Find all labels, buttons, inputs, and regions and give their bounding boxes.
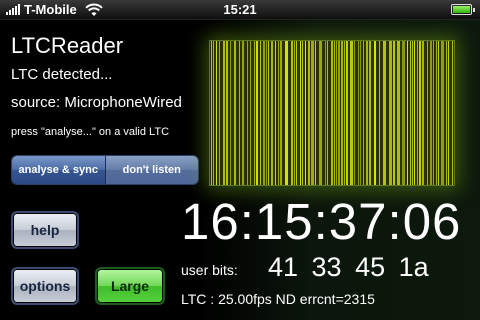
waveform-stripe (436, 41, 437, 185)
waveform-stripe (256, 41, 258, 185)
waveform-stripe (417, 41, 418, 185)
options-button[interactable]: options (11, 267, 79, 305)
detection-status: LTC detected... (11, 66, 113, 83)
waveform-stripe (402, 41, 405, 185)
waveform-stripe (219, 41, 220, 185)
waveform-stripe (216, 41, 217, 185)
waveform-stripe (346, 41, 348, 185)
waveform-stripe (234, 41, 236, 185)
waveform-stripe (271, 41, 273, 185)
waveform-stripe (294, 41, 295, 185)
waveform-stripe (291, 41, 293, 185)
waveform-stripe (419, 41, 421, 185)
large-button[interactable]: Large (95, 267, 165, 305)
waveform-stripe (360, 41, 361, 185)
waveform-stripe (311, 41, 314, 185)
waveform-stripe (369, 41, 371, 185)
waveform-stripe (285, 41, 288, 185)
waveform-stripe (446, 41, 447, 185)
waveform-stripe (327, 41, 328, 185)
waveform-stripe (296, 41, 297, 185)
waveform-stripe (308, 41, 310, 185)
waveform-stripe (407, 41, 408, 185)
waveform-stripe (315, 41, 316, 185)
clock: 15:21 (223, 2, 257, 17)
status-bar: T-Mobile 15:21 (0, 0, 480, 20)
waveform-stripe (358, 41, 359, 185)
waveform-stripe (302, 41, 303, 185)
waveform-stripe (260, 41, 261, 185)
waveform-stripe (268, 41, 269, 185)
waveform-stripe (350, 41, 353, 185)
waveform-stripe (242, 41, 244, 185)
waveform-stripe (331, 41, 333, 185)
hint-text: press "analyse..." on a valid LTC (11, 126, 170, 138)
waveform-stripe (266, 41, 267, 185)
waveform-stripe (427, 41, 428, 185)
waveform-stripe (441, 41, 444, 185)
ltc-info: LTC : 25.00fps ND errcnt=2315 (181, 291, 375, 307)
waveform-stripe (213, 41, 214, 185)
waveform-stripe (338, 41, 340, 185)
waveform-stripe (433, 41, 434, 185)
user-bits-label: user bits: (181, 262, 238, 278)
waveform-stripe (250, 41, 251, 185)
waveform-stripe (247, 41, 248, 185)
battery-fill (453, 6, 470, 13)
user-bits-value: 41 33 45 1a (268, 252, 429, 282)
waveform-stripe (430, 41, 432, 185)
waveform-stripe (344, 41, 345, 185)
waveform-stripe (325, 41, 326, 185)
help-button[interactable]: help (11, 211, 79, 249)
waveform-stripe (383, 41, 386, 185)
waveform-stripe (397, 41, 400, 185)
waveform-stripe (414, 41, 415, 185)
waveform-stripe (300, 41, 301, 185)
waveform-stripe (278, 41, 279, 185)
waveform-stripe (341, 41, 343, 185)
waveform-stripe (393, 41, 395, 185)
analyse-sync-button[interactable]: analyse & sync (12, 156, 106, 184)
waveform-stripe (230, 41, 231, 185)
waveform-stripe (319, 41, 322, 185)
waveform-stripe (363, 41, 364, 185)
waveform-graphic (210, 41, 454, 185)
waveform-stripe (254, 41, 255, 185)
battery-icon (451, 4, 475, 15)
listen-mode-segmented-control[interactable]: analyse & sync don't listen (11, 155, 199, 185)
waveform-stripe (452, 41, 453, 185)
waveform-stripe (448, 41, 449, 185)
waveform-stripe (379, 41, 380, 185)
waveform-stripe (374, 41, 376, 185)
waveform-stripe (389, 41, 392, 185)
audio-source: source: MicrophoneWired (11, 94, 182, 111)
waveform-stripe (412, 41, 413, 185)
waveform-stripe (226, 41, 228, 185)
waveform-stripe (336, 41, 337, 185)
waveform-stripe (263, 41, 265, 185)
waveform-stripe (211, 41, 212, 185)
waveform-stripe (438, 41, 439, 185)
waveform-stripe (410, 41, 411, 185)
waveform-stripe (280, 41, 282, 185)
waveform-stripe (305, 41, 306, 185)
waveform-stripe (354, 41, 355, 185)
dont-listen-button[interactable]: don't listen (105, 156, 198, 184)
timecode-display: 16:15:37:06 (181, 193, 462, 250)
app-title: LTCReader (11, 33, 124, 58)
waveform-stripe (422, 41, 424, 185)
ltc-waveform (209, 40, 455, 186)
waveform-stripe (239, 41, 240, 185)
waveform-stripe (366, 41, 368, 185)
waveform-stripe (275, 41, 276, 185)
waveform-stripe (223, 41, 225, 185)
waveform-stripe (334, 41, 335, 185)
